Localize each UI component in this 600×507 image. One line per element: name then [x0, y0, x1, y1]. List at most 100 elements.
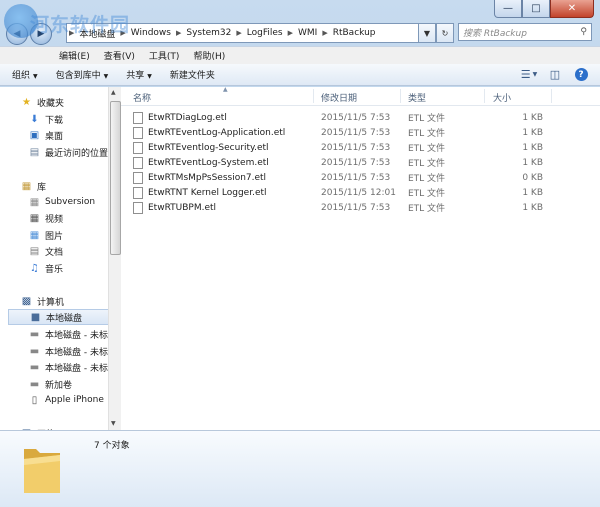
forward-arrow-icon: ▶	[37, 29, 45, 39]
share-button[interactable]: 共享 ▼	[126, 68, 152, 81]
address-bar[interactable]: ▶ 本地磁盘 ▶ Windows ▶ System32 ▶ LogFiles ▶…	[66, 23, 430, 43]
file-row[interactable]: EtwRTEventLog-System.etl 2015/11/5 7:53 …	[133, 155, 593, 170]
menu-help[interactable]: 帮助(H)	[186, 49, 232, 62]
nav-computer[interactable]: ▩ 计算机	[20, 293, 64, 309]
file-name: EtwRTMsMpPsSession7.etl	[148, 172, 267, 183]
computer-icon: ▩	[21, 295, 32, 307]
nav-label: 本地磁盘 - 未标	[45, 330, 108, 341]
navigation-pane: ★ 收藏夹 ⬇ 下载 ▣ 桌面 ▤ 最近访问的位置 ▦ 库 ▦ Subversion ▦ 视频…	[0, 87, 121, 430]
minimize-icon: —	[503, 3, 513, 14]
help-button[interactable]: ?	[572, 66, 590, 83]
nav-subversion[interactable]: ▦ Subversion	[28, 194, 95, 210]
minimize-button[interactable]: —	[494, 0, 522, 18]
nav-documents[interactable]: ▤ 文档	[28, 243, 63, 259]
file-size: 1 KB	[522, 142, 543, 153]
column-divider[interactable]	[313, 89, 314, 103]
new-folder-label: 新建文件夹	[169, 71, 215, 81]
nav-label: 桌面	[45, 131, 64, 142]
file-icon	[133, 186, 143, 199]
close-button[interactable]: ✕	[550, 0, 594, 18]
share-label: 共享	[126, 71, 145, 81]
address-root-chevron-icon[interactable]: ▶	[67, 29, 76, 37]
view-list-icon: ☰	[520, 68, 531, 81]
column-divider[interactable]	[551, 89, 552, 103]
file-icon	[133, 171, 143, 184]
file-row[interactable]: EtwRTEventlog-Security.etl 2015/11/5 7:5…	[133, 140, 593, 155]
breadcrumb-segment[interactable]: LogFiles	[244, 28, 286, 38]
include-library-button[interactable]: 包含到库中 ▼	[56, 68, 109, 81]
breadcrumb-segment[interactable]: 本地磁盘	[76, 27, 118, 40]
nav-pictures[interactable]: ▦ 图片	[28, 227, 63, 243]
nav-favorites[interactable]: ★ 收藏夹	[20, 94, 64, 110]
file-type: ETL 文件	[408, 129, 446, 139]
file-date: 2015/11/5 7:53	[321, 142, 391, 153]
scroll-down-icon[interactable]: ▼	[111, 420, 116, 427]
nav-local-disk[interactable]: ■ 本地磁盘	[8, 309, 120, 325]
breadcrumb-chevron-icon[interactable]: ▶	[234, 29, 243, 37]
column-type[interactable]: 类型	[408, 91, 426, 104]
file-date: 2015/11/5 12:01	[321, 187, 396, 198]
nav-local-disk-2[interactable]: ▬ 本地磁盘 - 未标	[28, 326, 108, 342]
nav-music[interactable]: ♫ 音乐	[28, 260, 63, 276]
menu-view[interactable]: 查看(V)	[97, 49, 142, 62]
maximize-button[interactable]: □	[522, 0, 550, 18]
menu-tools[interactable]: 工具(T)	[142, 49, 187, 62]
search-input[interactable]: 搜索 RtBackup ⚲	[458, 23, 592, 41]
organize-button[interactable]: 组织 ▼	[12, 68, 38, 81]
nav-pane-scrollbar[interactable]: ▲ ▼	[108, 87, 121, 430]
scrollbar-thumb[interactable]	[110, 101, 121, 255]
column-divider[interactable]	[400, 89, 401, 103]
nav-libraries[interactable]: ▦ 库	[20, 178, 46, 194]
file-size: 1 KB	[522, 202, 543, 213]
file-row[interactable]: EtwRTDiagLog.etl 2015/11/5 7:53 ETL 文件 1…	[133, 110, 593, 125]
breadcrumb-segment[interactable]: System32	[183, 28, 234, 38]
watermark-logo-icon	[4, 4, 38, 38]
navigation-row: ◀ ▶ ▶ 本地磁盘 ▶ Windows ▶ System32 ▶ LogFil…	[0, 23, 600, 45]
nav-label: 文档	[45, 247, 64, 258]
item-count: 7 个对象	[94, 441, 130, 451]
file-size: 1 KB	[522, 127, 543, 138]
details-pane: 7 个对象	[0, 430, 600, 507]
recent-places-icon: ▤	[29, 146, 40, 158]
file-date: 2015/11/5 7:53	[321, 127, 391, 138]
menu-edit[interactable]: 编辑(E)	[52, 49, 97, 62]
nav-new-volume[interactable]: ▬ 新加卷	[28, 376, 72, 392]
file-row[interactable]: EtwRTUBPM.etl 2015/11/5 7:53 ETL 文件 1 KB	[133, 200, 593, 215]
file-row[interactable]: EtwRTEventLog-Application.etl 2015/11/5 …	[133, 125, 593, 140]
file-row[interactable]: EtwRTNT Kernel Logger.etl 2015/11/5 12:0…	[133, 185, 593, 200]
breadcrumb-chevron-icon[interactable]: ▶	[118, 29, 127, 37]
nav-desktop[interactable]: ▣ 桌面	[28, 127, 63, 143]
new-folder-button[interactable]: 新建文件夹	[170, 68, 215, 81]
file-icon	[133, 141, 143, 154]
breadcrumb-chevron-icon[interactable]: ▶	[286, 29, 295, 37]
breadcrumb-segment[interactable]: WMI	[295, 28, 320, 38]
file-type: ETL 文件	[408, 114, 446, 124]
refresh-icon: ↻	[441, 28, 449, 38]
preview-pane-button[interactable]: ◫	[546, 66, 564, 83]
file-row[interactable]: EtwRTMsMpPsSession7.etl 2015/11/5 7:53 E…	[133, 170, 593, 185]
file-type: ETL 文件	[408, 189, 446, 199]
nav-videos[interactable]: ▦ 视频	[28, 210, 63, 226]
nav-recent[interactable]: ▤ 最近访问的位置	[28, 144, 108, 160]
drive-icon: ▬	[29, 345, 40, 357]
refresh-button[interactable]: ↻	[436, 23, 454, 43]
close-icon: ✕	[567, 3, 577, 14]
nav-local-disk-4[interactable]: ▬ 本地磁盘 - 未标	[28, 359, 108, 375]
address-dropdown-button[interactable]: ▼	[418, 23, 436, 43]
drive-icon: ▬	[29, 361, 40, 373]
breadcrumb-segment-current[interactable]: RtBackup	[330, 28, 379, 38]
breadcrumb-segment[interactable]: Windows	[128, 28, 174, 38]
scroll-up-icon[interactable]: ▲	[111, 89, 116, 96]
nav-local-disk-3[interactable]: ▬ 本地磁盘 - 未标	[28, 343, 108, 359]
view-options-button[interactable]: ☰ ▼	[520, 66, 538, 83]
column-name[interactable]: 名称	[133, 91, 151, 104]
column-date[interactable]: 修改日期	[321, 91, 357, 104]
nav-apple-iphone[interactable]: ▯ Apple iPhone	[28, 392, 104, 408]
file-icon	[133, 126, 143, 139]
breadcrumb-chevron-icon[interactable]: ▶	[174, 29, 183, 37]
column-size[interactable]: 大小	[493, 91, 511, 104]
breadcrumb-chevron-icon[interactable]: ▶	[320, 29, 329, 37]
nav-downloads[interactable]: ⬇ 下载	[28, 111, 63, 127]
nav-label: Subversion	[45, 197, 96, 207]
column-divider[interactable]	[484, 89, 485, 103]
